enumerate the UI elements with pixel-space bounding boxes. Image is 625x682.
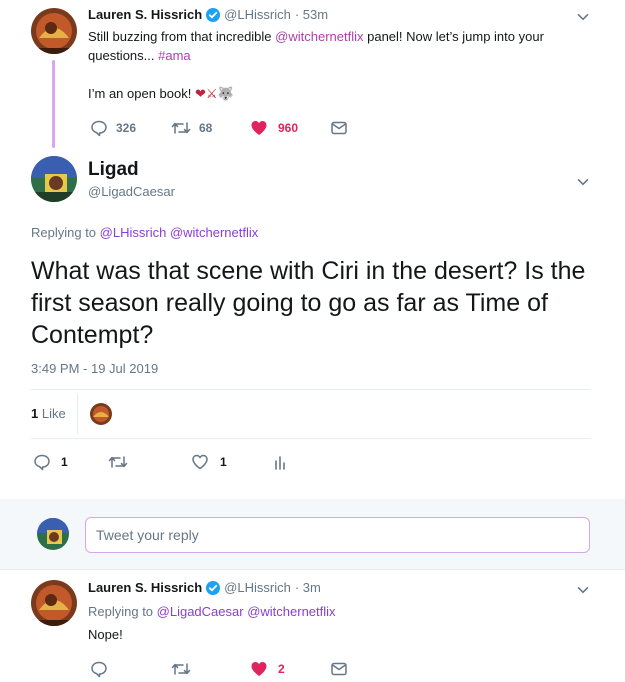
liker-avatar[interactable]	[90, 403, 112, 425]
envelope-icon	[331, 662, 347, 676]
tweet2-likes-summary-label: Like	[41, 406, 66, 421]
heart-filled-icon	[251, 121, 267, 135]
tweet3-more-button[interactable]	[576, 583, 590, 602]
tweet1-emojis: ❤⚔🐺	[194, 87, 234, 102]
tweet2-replying-mention-1[interactable]: @LHissrich	[100, 225, 167, 240]
reply-icon	[91, 120, 107, 137]
thread-connector-line	[52, 60, 55, 148]
chevron-down-icon	[577, 14, 589, 21]
tweet1-time[interactable]: · 53m	[295, 7, 328, 22]
divider	[31, 438, 591, 439]
tweet1-text-part2: panel! Now let’s jump into your	[363, 29, 544, 44]
tweet1-reply-count: 326	[116, 121, 137, 135]
tweet2-analytics-button[interactable]	[273, 453, 289, 471]
tweet3-text: Nope!	[88, 627, 123, 642]
retweet-icon	[171, 663, 191, 675]
tweet1-reply-button[interactable]: 326	[90, 119, 136, 137]
tweet1-mention-link[interactable]: @witchernetflix	[275, 29, 363, 44]
tweet3-replying-mention-1[interactable]: @LigadCaesar	[157, 604, 244, 619]
tweet2-reply-count: 1	[61, 455, 68, 469]
divider	[0, 569, 625, 570]
tweet1-text: Still buzzing from that incredible @witc…	[88, 27, 598, 104]
tweet2-more-button[interactable]	[576, 175, 590, 194]
tweet2-retweet-button[interactable]	[108, 453, 128, 471]
chevron-down-icon	[577, 179, 589, 186]
tweet1-text-part1: Still buzzing from that incredible	[88, 29, 276, 44]
tweet3-author-handle[interactable]: @LHissrich	[224, 580, 291, 595]
tweet2-replying-label: Replying to	[31, 225, 100, 240]
tweet3-replying-label: Replying to	[88, 604, 157, 619]
tweet2-likes-summary[interactable]: 1 Like	[31, 406, 66, 421]
verified-badge-icon	[206, 7, 221, 22]
tweet2-reply-button[interactable]: 1	[33, 453, 68, 471]
tweet1-retweet-count: 68	[199, 121, 213, 135]
reply-input[interactable]: Tweet your reply	[85, 517, 590, 553]
tweet1-retweet-button[interactable]: 68	[171, 119, 212, 137]
stats-vertical-divider	[77, 394, 78, 434]
current-user-avatar[interactable]	[37, 518, 69, 550]
tweet1-text-part4: I’m an open book!	[88, 86, 195, 101]
lauren-avatar-image	[31, 8, 77, 54]
ligad-avatar[interactable]	[31, 156, 77, 202]
reply-icon	[34, 454, 50, 471]
tweet1-like-button[interactable]: 960	[250, 119, 298, 137]
tweet2-replying-mention-2[interactable]: @witchernetflix	[170, 225, 258, 240]
tweet2-author-handle[interactable]: @LigadCaesar	[88, 184, 175, 199]
ligad-avatar-image	[31, 156, 77, 202]
liker-avatar-image	[90, 403, 112, 425]
retweet-icon	[171, 122, 191, 134]
lauren-avatar-reply-image	[31, 580, 77, 626]
tweet1-dm-button[interactable]	[330, 119, 348, 137]
tweet2-text: What was that scene with Ciri in the des…	[31, 257, 586, 349]
retweet-icon	[108, 456, 128, 468]
verified-badge-icon	[206, 580, 221, 595]
lauren-avatar-reply[interactable]	[31, 580, 77, 626]
tweet2-author-name[interactable]: Ligad	[88, 159, 139, 181]
tweet3-replying-mention-2[interactable]: @witchernetflix	[247, 604, 335, 619]
heart-filled-icon	[251, 662, 267, 676]
tweet3-time[interactable]: · 3m	[295, 580, 321, 595]
current-user-avatar-image	[37, 518, 69, 550]
envelope-icon	[331, 121, 347, 135]
tweet3-replying-to: Replying to @LigadCaesar @witchernetflix	[88, 604, 336, 619]
reply-icon	[91, 661, 107, 678]
tweet2-timestamp[interactable]: 3:49 PM - 19 Jul 2019	[31, 361, 158, 376]
tweet3-retweet-button[interactable]	[171, 660, 191, 678]
analytics-icon	[275, 456, 285, 470]
chevron-down-icon	[577, 587, 589, 594]
tweet3-dm-button[interactable]	[330, 660, 348, 678]
tweet3-header: Lauren S. Hissrich @LHissrich · 3m	[88, 580, 321, 595]
tweet3-reply-button[interactable]	[90, 660, 108, 678]
tweet1-author-handle[interactable]: @LHissrich	[224, 7, 291, 22]
tweet3-like-button[interactable]: 2	[250, 660, 285, 678]
heart-outline-icon	[192, 454, 208, 470]
tweet2-like-button[interactable]: 1	[191, 453, 227, 471]
divider	[31, 389, 591, 390]
tweet1-hashtag-link[interactable]: #ama	[158, 48, 191, 63]
tweet1-like-count: 960	[278, 121, 299, 135]
lauren-avatar[interactable]	[31, 8, 77, 54]
tweet3-like-count: 2	[278, 662, 285, 676]
tweet2-likes-summary-count: 1	[31, 406, 39, 421]
tweet1-text-part3: questions...	[88, 48, 159, 63]
tweet2-like-count: 1	[220, 455, 227, 469]
tweet2-replying-to: Replying to @LHissrich @witchernetflix	[31, 225, 258, 240]
tweet1-author-name[interactable]: Lauren S. Hissrich	[88, 7, 202, 22]
tweet3-author-name[interactable]: Lauren S. Hissrich	[88, 580, 202, 595]
tweet1-header: Lauren S. Hissrich @LHissrich · 53m	[88, 7, 328, 22]
